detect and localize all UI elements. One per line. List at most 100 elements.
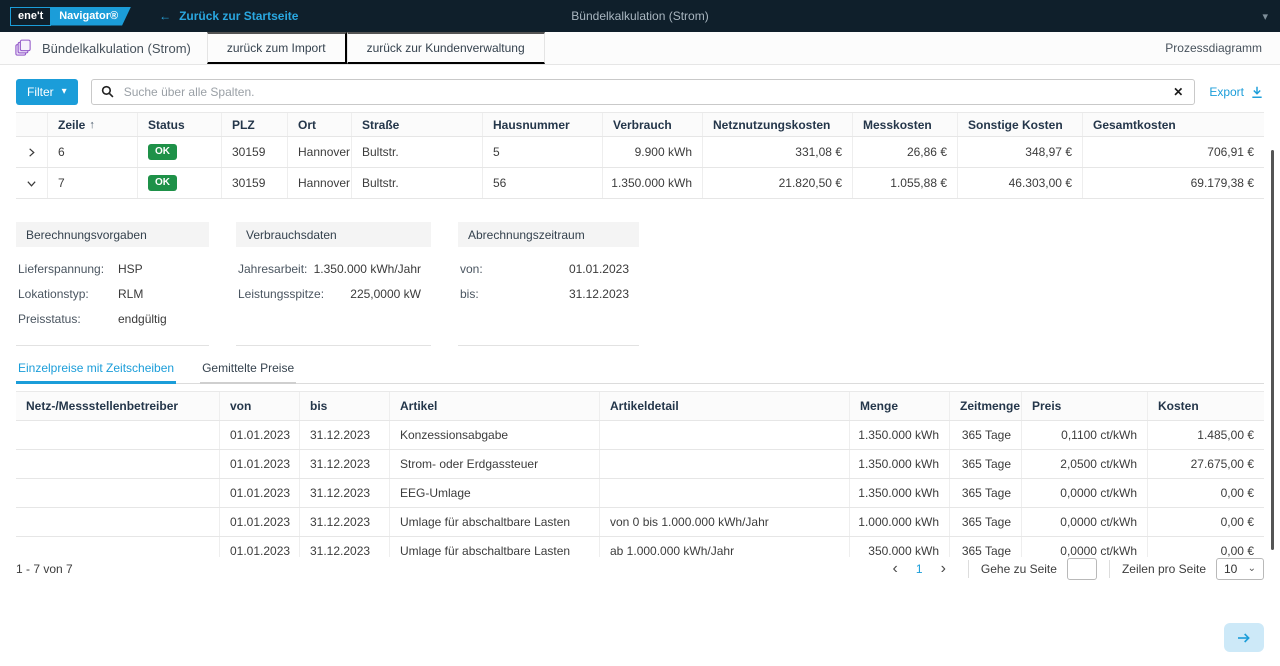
current-page-number[interactable]: 1 bbox=[908, 562, 931, 576]
back-to-customer-management-button[interactable]: zurück zur Kundenverwaltung bbox=[347, 32, 545, 64]
column-header-verbrauch[interactable]: Verbrauch bbox=[603, 113, 703, 136]
cell-menge: 1.000.000 kWh bbox=[850, 508, 950, 536]
cell-kosten: 0,00 € bbox=[1148, 537, 1264, 557]
column-header-netznutzungskosten[interactable]: Netznutzungskosten bbox=[703, 113, 853, 136]
filter-button[interactable]: Filter ▾ bbox=[16, 79, 78, 105]
column-header-plz[interactable]: PLZ bbox=[222, 113, 288, 136]
column-header-kosten[interactable]: Kosten bbox=[1148, 392, 1264, 420]
chevron-down-icon: ▾ bbox=[62, 86, 67, 97]
divider bbox=[968, 560, 969, 578]
detail-value: 1.350.000 kWh/Jahr bbox=[314, 262, 429, 276]
column-header-hausnummer[interactable]: Hausnummer bbox=[483, 113, 603, 136]
detail-label: Preisstatus: bbox=[18, 312, 118, 326]
enet-navigator-logo[interactable]: ene't Navigator® bbox=[10, 7, 131, 26]
cell-messkosten: 26,86 € bbox=[853, 137, 958, 167]
column-header-betreiber[interactable]: Netz-/Messstellenbetreiber bbox=[16, 392, 220, 420]
cell-sonstige-kosten: 348,97 € bbox=[958, 137, 1083, 167]
row-detail-panels: Berechnungsvorgaben Lieferspannung: HSP … bbox=[16, 222, 1264, 346]
column-header-messkosten[interactable]: Messkosten bbox=[853, 113, 958, 136]
cell-artikeldetail: von 0 bis 1.000.000 kWh/Jahr bbox=[600, 508, 850, 536]
export-button[interactable]: Export bbox=[1209, 85, 1264, 99]
column-header-menge[interactable]: Menge bbox=[850, 392, 950, 420]
status-badge: OK bbox=[148, 175, 177, 191]
cell-netznutzungskosten: 331,08 € bbox=[703, 137, 853, 167]
back-to-home-link[interactable]: ← Zurück zur Startseite bbox=[159, 9, 298, 23]
cell-gesamtkosten: 69.179,38 € bbox=[1083, 168, 1264, 198]
filter-button-label: Filter bbox=[27, 85, 54, 99]
panel-title: Berechnungsvorgaben bbox=[16, 222, 209, 247]
cell-artikeldetail bbox=[600, 450, 850, 478]
cell-kosten: 0,00 € bbox=[1148, 479, 1264, 507]
price-row: 01.01.2023 31.12.2023 EEG-Umlage 1.350.0… bbox=[16, 479, 1264, 508]
clear-search-icon[interactable]: ✕ bbox=[1171, 85, 1185, 99]
cell-hausnummer: 56 bbox=[483, 168, 603, 198]
rows-per-page-select[interactable]: 10 ⌄ bbox=[1216, 558, 1264, 580]
cell-preis: 0,0000 ct/kWh bbox=[1022, 479, 1148, 507]
process-diagram-link[interactable]: Prozessdiagramm bbox=[1165, 41, 1262, 55]
column-header-status[interactable]: Status bbox=[138, 113, 222, 136]
cell-betreiber bbox=[16, 421, 220, 449]
price-row: 01.01.2023 31.12.2023 Konzessionsabgabe … bbox=[16, 421, 1264, 450]
navigator-brand-label: Navigator® bbox=[50, 7, 131, 26]
cell-hausnummer: 5 bbox=[483, 137, 603, 167]
cell-netznutzungskosten: 21.820,50 € bbox=[703, 168, 853, 198]
panel-title: Verbrauchsdaten bbox=[236, 222, 431, 247]
search-input[interactable] bbox=[122, 84, 1172, 100]
bundle-app-icon bbox=[14, 39, 32, 57]
column-header-zeile[interactable]: Zeile ↑ bbox=[48, 113, 138, 136]
export-label: Export bbox=[1209, 85, 1244, 99]
detail-value: endgültig bbox=[118, 312, 167, 326]
chevron-down-icon bbox=[26, 178, 37, 189]
cell-von: 01.01.2023 bbox=[220, 508, 300, 536]
cell-artikel: Umlage für abschaltbare Lasten bbox=[390, 508, 600, 536]
next-page-icon[interactable]: › bbox=[931, 561, 956, 577]
tab-einzelpreise[interactable]: Einzelpreise mit Zeitscheiben bbox=[16, 361, 176, 384]
cell-artikel: Strom- oder Erdgassteuer bbox=[390, 450, 600, 478]
main-content: Filter ▾ ✕ Export Zeile bbox=[0, 65, 1280, 581]
page-title: Bündelkalkulation (Strom) bbox=[42, 41, 191, 56]
chevron-down-icon[interactable]: ▾ bbox=[1262, 10, 1268, 23]
chevron-right-icon bbox=[26, 147, 37, 158]
prev-page-icon[interactable]: ‹ bbox=[883, 561, 908, 577]
detail-label: Leistungsspitze: bbox=[238, 287, 324, 301]
row-collapse-toggle[interactable] bbox=[16, 168, 48, 198]
price-row-clipped: 01.01.2023 31.12.2023 Umlage für abschal… bbox=[16, 537, 1264, 557]
price-tabs: Einzelpreise mit Zeitscheiben Gemittelte… bbox=[16, 361, 1264, 384]
cell-status: OK bbox=[138, 137, 222, 167]
top-navigation-bar: ene't Navigator® ← Zurück zur Startseite… bbox=[0, 0, 1280, 32]
price-table: Netz-/Messstellenbetreiber von bis Artik… bbox=[16, 391, 1264, 557]
arrow-right-icon bbox=[1236, 630, 1252, 646]
column-header-ort[interactable]: Ort bbox=[288, 113, 352, 136]
column-header-artikel[interactable]: Artikel bbox=[390, 392, 600, 420]
pagination-range-label: 1 - 7 von 7 bbox=[16, 562, 73, 576]
column-header-sonstige-kosten[interactable]: Sonstige Kosten bbox=[958, 113, 1083, 136]
cell-betreiber bbox=[16, 479, 220, 507]
panel-abrechnungszeitraum: Abrechnungszeitraum von: 01.01.2023 bis:… bbox=[458, 222, 639, 346]
column-header-strasse[interactable]: Straße bbox=[352, 113, 483, 136]
detail-row: Jahresarbeit: 1.350.000 kWh/Jahr bbox=[236, 256, 431, 281]
detail-row: Lokationstyp: RLM bbox=[16, 281, 209, 306]
price-row: 01.01.2023 31.12.2023 Umlage für abschal… bbox=[16, 508, 1264, 537]
next-step-button[interactable] bbox=[1224, 623, 1264, 652]
column-header-zeitmenge[interactable]: Zeitmenge bbox=[950, 392, 1022, 420]
column-header-preis[interactable]: Preis bbox=[1022, 392, 1148, 420]
row-expand-toggle[interactable] bbox=[16, 137, 48, 167]
tab-gemittelte-preise[interactable]: Gemittelte Preise bbox=[200, 361, 296, 384]
back-to-import-button[interactable]: zurück zum Import bbox=[207, 32, 347, 64]
cell-zeitmenge: 365 Tage bbox=[950, 508, 1022, 536]
column-header-gesamtkosten[interactable]: Gesamtkosten bbox=[1083, 113, 1264, 136]
column-header-artikeldetail[interactable]: Artikeldetail bbox=[600, 392, 850, 420]
cell-artikeldetail: ab 1.000.000 kWh/Jahr bbox=[600, 537, 850, 557]
search-icon bbox=[101, 85, 114, 98]
cell-von: 01.01.2023 bbox=[220, 421, 300, 449]
scrollbar-thumb[interactable] bbox=[1271, 150, 1274, 550]
goto-page-input[interactable] bbox=[1067, 558, 1097, 580]
cell-betreiber bbox=[16, 450, 220, 478]
cell-preis: 0,0000 ct/kWh bbox=[1022, 537, 1148, 557]
cell-bis: 31.12.2023 bbox=[300, 450, 390, 478]
column-header-bis[interactable]: bis bbox=[300, 392, 390, 420]
search-field[interactable]: ✕ bbox=[91, 79, 1196, 105]
cell-zeitmenge: 365 Tage bbox=[950, 537, 1022, 557]
column-header-von[interactable]: von bbox=[220, 392, 300, 420]
cell-artikel: EEG-Umlage bbox=[390, 479, 600, 507]
